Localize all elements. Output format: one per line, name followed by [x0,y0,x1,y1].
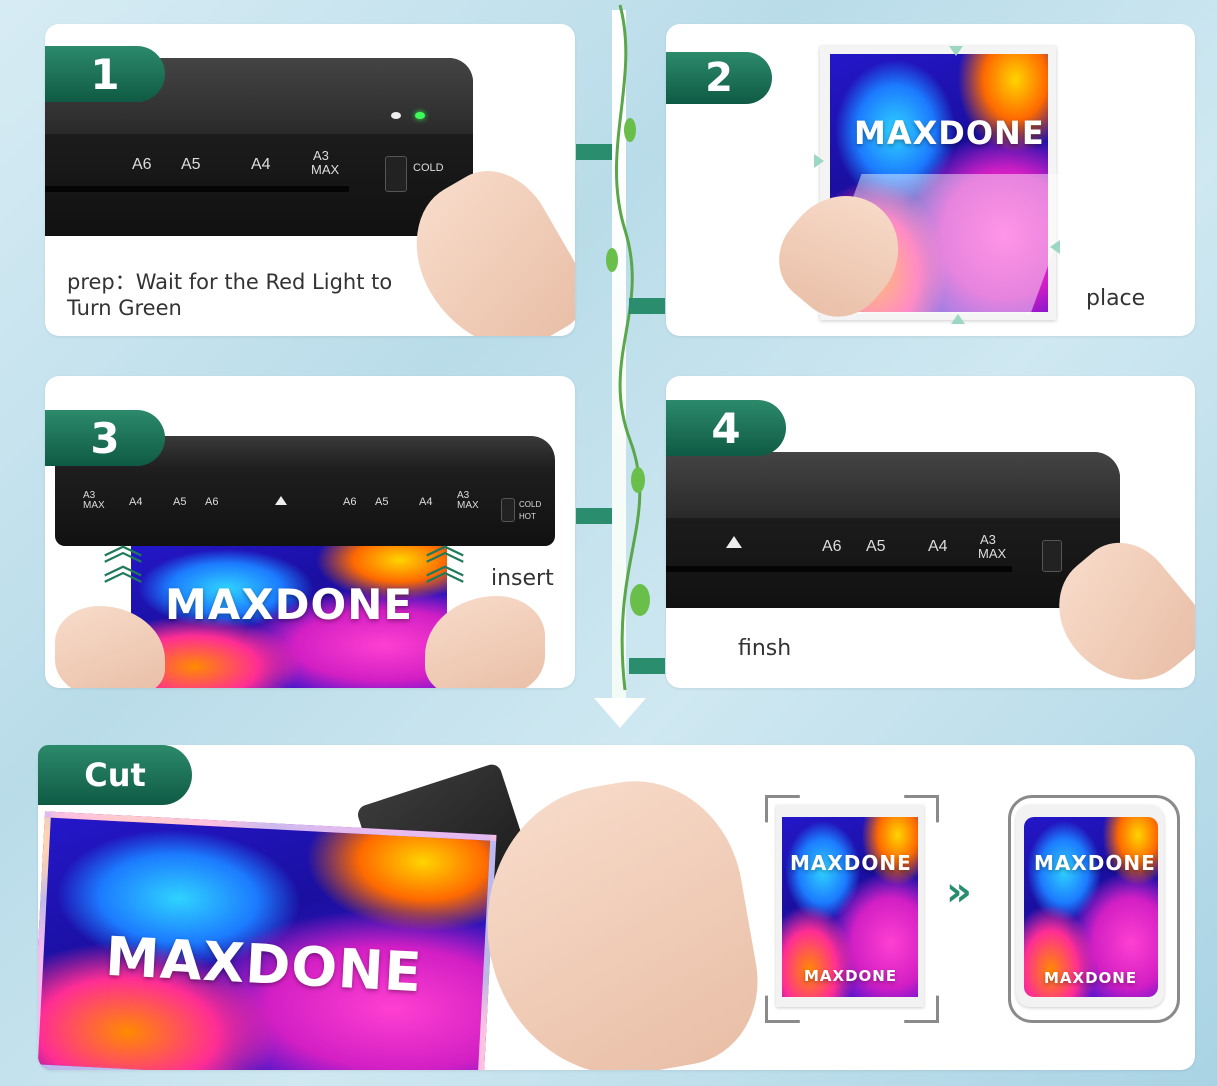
size-label-a5: A5 [375,496,389,508]
step-2-badge: 2 [666,52,772,104]
poster-brand: MAXDONE [790,851,912,875]
indicator-light-green [415,112,425,119]
divider-tick [629,298,665,314]
poster-brand: MAXDONE [165,580,414,629]
step-3-badge: 3 [45,410,165,466]
poster-brand-small: MAXDONE [1044,969,1138,987]
step-2-caption: place [1086,286,1146,311]
power-switch[interactable] [1042,540,1062,572]
feed-slot [666,566,1012,572]
up-arrow-icon [726,536,742,548]
size-label-a5: A5 [181,156,201,173]
cold-label: COLD [413,162,444,174]
step-1-caption-line2: Turn Green [67,296,182,320]
hot-label: HOT [519,512,536,521]
double-chevron-icon: ︽ ︽ [425,523,465,589]
size-label-max: MAX [311,162,340,177]
right-arrow-icon [814,154,824,168]
size-label-a6: A6 [822,538,842,555]
size-label-a4: A4 [251,156,271,173]
up-arrow-icon [949,46,963,56]
feed-slot [45,186,349,192]
indicator-light-white [391,112,401,119]
poster-brand: MAXDONE [854,114,1045,152]
step-3-caption: insert [491,566,554,591]
poster-image: MAXDONE [38,811,497,1070]
size-label-a6: A6 [205,496,219,508]
power-switch[interactable] [385,156,407,192]
poster-brand: MAXDONE [103,924,424,1005]
step-1-badge: 1 [45,46,165,102]
size-label-a5: A5 [866,538,886,555]
divider-tick [629,658,665,674]
step-1-caption-line1: prep：Wait for the Red Light to [67,270,393,294]
up-arrow-icon [951,314,965,324]
double-chevron-icon: » [946,869,972,915]
cut-panel: MAXDONE MAXDONE MAXDONE » MAXDONE MAXDON… [38,745,1195,1070]
up-arrow-icon [275,496,287,505]
poster-image: MAXDONE [131,546,447,688]
size-label-a4: A4 [928,538,948,555]
size-label-a5: A5 [173,496,187,508]
step-4-badge: 4 [666,400,786,456]
size-label-a4: A4 [129,496,143,508]
divider-tick [576,144,612,160]
size-label-max: MAX [457,500,479,511]
size-label-a3: A3 [313,148,329,163]
poster-brand: MAXDONE [1034,851,1156,875]
size-label-a4: A4 [419,496,433,508]
size-label-a3: A3 [980,532,996,547]
size-label-max: MAX [978,546,1007,561]
double-chevron-icon: ︽ ︽ [103,523,143,589]
poster-thumb-rounded: MAXDONE MAXDONE [1024,817,1158,997]
step-4-caption: finsh [738,636,792,661]
size-label-max: MAX [83,500,105,511]
poster-thumb-square: MAXDONE MAXDONE [782,817,918,997]
laminator-device: A6 A5 A4 A3 MAX [666,452,1120,608]
vine-icon [606,4,650,691]
cut-badge: Cut [38,745,192,805]
size-label-a6: A6 [343,496,357,508]
power-switch[interactable] [501,498,515,522]
size-label-a6: A6 [132,156,152,173]
divider-tick [576,508,612,524]
cold-label: COLD [519,500,542,509]
down-arrow-icon [594,698,646,728]
poster-brand-small: MAXDONE [804,967,898,985]
left-arrow-icon [1050,240,1060,254]
